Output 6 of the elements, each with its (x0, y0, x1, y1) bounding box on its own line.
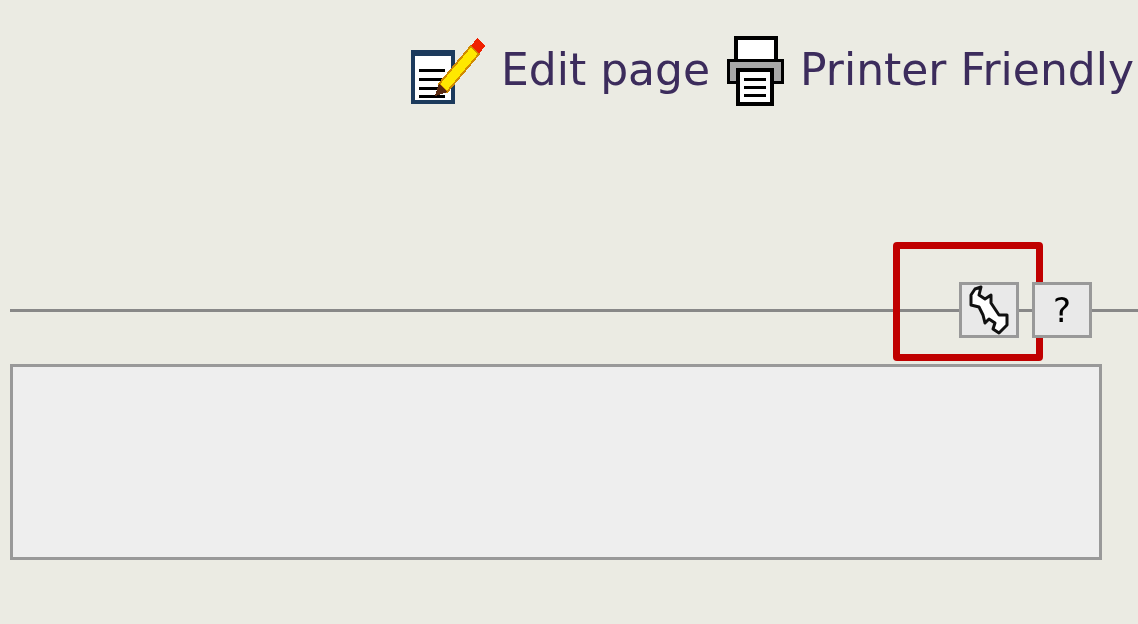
printer-friendly-link[interactable]: Printer Friendly (726, 34, 1134, 106)
printer-icon (726, 34, 785, 106)
edit-page-link[interactable]: Edit page (408, 34, 711, 106)
settings-button[interactable] (959, 282, 1019, 338)
help-button[interactable]: ? (1032, 282, 1092, 338)
wrench-icon (967, 285, 1011, 335)
